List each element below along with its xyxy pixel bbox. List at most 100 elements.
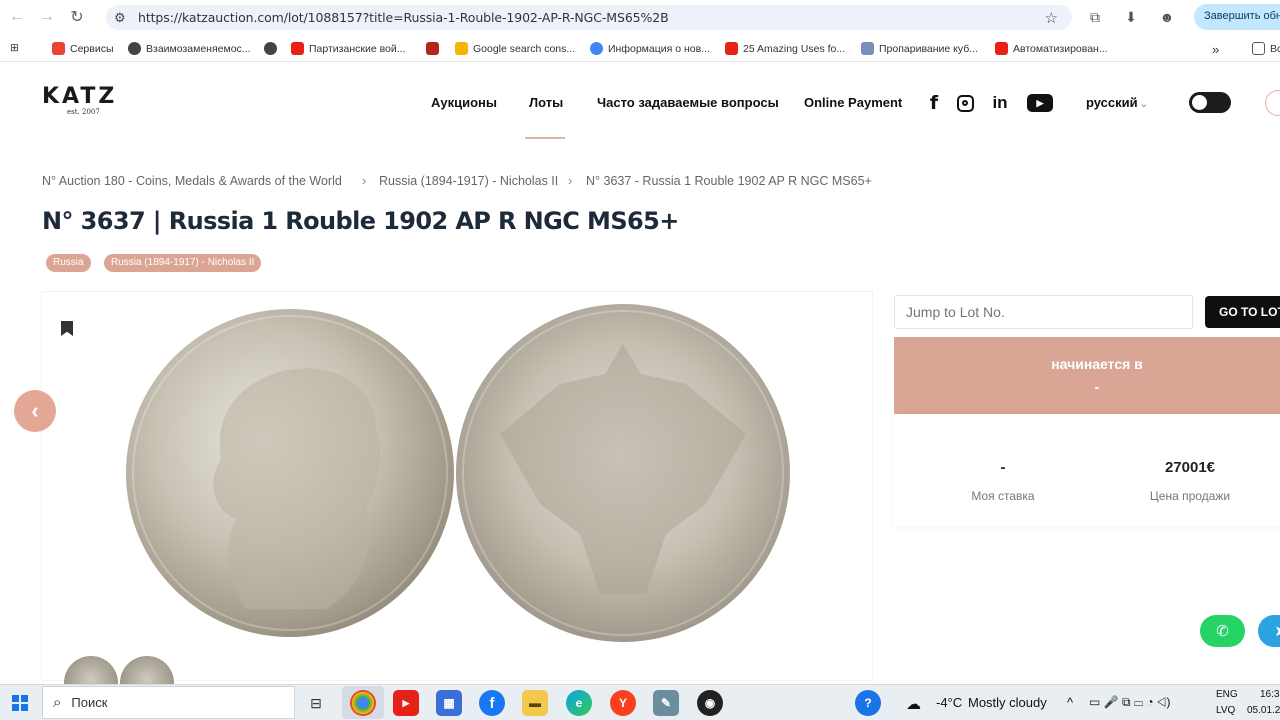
bookmark-label: Google search cons... <box>473 42 576 55</box>
edge-icon[interactable]: e <box>566 690 592 716</box>
weather-text[interactable]: Mostly cloudy <box>968 695 1047 710</box>
site-info-icon[interactable]: ⚙ <box>114 10 132 26</box>
address-bar[interactable]: ⚙ https://katzauction.com/lot/1088157?ti… <box>106 5 1072 30</box>
search-console-icon <box>455 42 468 55</box>
nav-faq[interactable]: Часто задаваемые вопросы <box>597 95 779 110</box>
chevron-right-icon: › <box>362 173 367 188</box>
whatsapp-icon[interactable]: ✆ <box>1200 615 1245 647</box>
url-text[interactable]: https://katzauction.com/lot/1088157?titl… <box>138 10 669 25</box>
bookmark-item[interactable]: Сервисы <box>52 42 114 55</box>
my-bid-label: Моя ставка <box>971 489 1035 503</box>
tag-russia[interactable]: Russia <box>46 254 91 272</box>
coin-reverse-image[interactable] <box>456 304 790 642</box>
chevron-right-icon: › <box>568 173 573 188</box>
chrome-icon[interactable] <box>350 690 376 716</box>
browser-actions: ⧉ ⬇ ☻ <box>1085 7 1177 27</box>
previous-lot-button[interactable]: ‹ <box>14 390 56 432</box>
go-to-lot-button[interactable]: GO TO LOT <box>1205 296 1280 328</box>
bookmark-item[interactable] <box>426 42 439 55</box>
bookmark-item[interactable]: Автоматизирован... <box>995 42 1108 55</box>
clock-date[interactable]: 05.01.2 <box>1247 705 1280 716</box>
linkedin-icon[interactable]: in <box>990 93 1010 113</box>
taskbar-search-input[interactable]: ⌕ Поиск <box>42 686 295 719</box>
help-icon[interactable]: ? <box>855 690 881 716</box>
download-icon[interactable]: ⬇ <box>1121 7 1141 27</box>
youtube-icon[interactable]: ▶ <box>1027 93 1053 113</box>
apps-grid-icon[interactable]: ⊞ <box>10 42 19 54</box>
profile-icon[interactable]: ☻ <box>1157 7 1177 27</box>
telegram-icon[interactable]: ➤ <box>1258 615 1280 647</box>
all-bookmarks[interactable]: Вс <box>1252 42 1280 55</box>
chevron-left-icon: ‹ <box>31 398 39 423</box>
user-avatar-icon[interactable] <box>1265 90 1280 116</box>
instagram-icon[interactable] <box>956 93 974 113</box>
status-label: начинается в <box>1051 356 1143 372</box>
language-select[interactable]: русский ⌄ <box>1086 95 1148 110</box>
katz-logo[interactable]: KATZ est. 2007 <box>42 84 118 117</box>
theme-toggle[interactable] <box>1189 92 1231 113</box>
back-arrow-icon[interactable]: ← <box>4 4 30 30</box>
lang-bottom[interactable]: LVQ <box>1216 705 1235 716</box>
breadcrumb-category[interactable]: Russia (1894-1917) - Nicholas II <box>379 174 558 188</box>
star-icon[interactable]: ☆ <box>1045 9 1058 27</box>
bookmark-label: Сервисы <box>70 42 114 55</box>
extensions-icon[interactable]: ⧉ <box>1085 7 1105 27</box>
bookmark-item[interactable]: Пропаривание куб... <box>861 42 978 55</box>
facebook-app-icon[interactable]: f <box>479 690 505 716</box>
bookmark-item[interactable]: Google search cons... <box>455 42 575 55</box>
sale-price-value: 27001€ <box>1164 459 1216 476</box>
weather-icon[interactable]: ☁ <box>906 695 921 713</box>
bookmark-item[interactable]: Партизанские вой... <box>291 42 406 55</box>
auction-status-banner: начинается в - <box>894 337 1280 414</box>
bookmark-label: Пропаривание куб... <box>879 42 979 55</box>
store-icon[interactable]: ▦ <box>436 690 462 716</box>
obs-icon[interactable]: ◉ <box>697 690 723 716</box>
active-nav-indicator <box>525 137 565 139</box>
chevron-down-icon: ⌄ <box>1139 99 1149 110</box>
more-bookmarks-button[interactable]: » <box>1212 42 1219 57</box>
logo-subtext: est. 2007 <box>67 108 100 116</box>
yandex-icon[interactable]: Y <box>610 690 636 716</box>
search-icon: ⌕ <box>53 694 62 711</box>
services-icon <box>52 42 65 55</box>
bookmark-label: Информация о нов... <box>608 42 710 55</box>
chevron-up-icon[interactable]: ^ <box>1067 695 1073 710</box>
tray-icons[interactable]: ▭ 🎤 ⧉ ▭ ◔ ◁) <box>1089 695 1171 710</box>
weather-temp[interactable]: -4°C <box>936 695 962 710</box>
youtube-app-icon[interactable]: ▶ <box>393 690 419 716</box>
breadcrumb-current: N° 3637 - Russia 1 Rouble 1902 AP R NGC … <box>586 174 872 188</box>
jump-to-lot-input[interactable] <box>894 295 1193 329</box>
breadcrumb-auction[interactable]: N° Auction 180 - Coins, Medals & Awards … <box>42 174 342 188</box>
reload-icon[interactable]: ↻ <box>64 4 90 30</box>
bookmark-item[interactable]: Взаимозаменяемос... <box>128 42 251 55</box>
bookmark-item[interactable]: Информация о нов... <box>590 42 710 55</box>
finish-update-button[interactable]: Завершить обно <box>1194 4 1280 30</box>
globe-icon <box>128 42 141 55</box>
bookmark-item[interactable]: 25 Amazing Uses fo... <box>725 42 845 55</box>
lang-top[interactable]: ENG <box>1216 689 1238 700</box>
globe-icon <box>264 42 277 55</box>
bookmark-label: Взаимозаменяемос... <box>146 42 251 55</box>
language-label: русский <box>1086 95 1138 110</box>
windows-start-icon[interactable] <box>12 695 28 711</box>
page-title: N° 3637 | Russia 1 Rouble 1902 AP R NGC … <box>42 207 679 235</box>
bookmark-label: Автоматизирован... <box>1013 42 1108 55</box>
forward-arrow-icon[interactable]: → <box>34 4 60 30</box>
paint-icon[interactable]: ✎ <box>653 690 679 716</box>
logo-text: KATZ <box>42 84 118 109</box>
nav-online-payment[interactable]: Online Payment <box>804 95 902 110</box>
youtube-icon <box>291 42 304 55</box>
nav-auctions[interactable]: Аукционы <box>431 95 497 110</box>
tag-nicholas-ii[interactable]: Russia (1894-1917) - Nicholas II <box>104 254 262 272</box>
coin-obverse-image[interactable] <box>126 309 454 637</box>
portrait-shape <box>213 368 381 609</box>
toggle-knob <box>1192 95 1207 110</box>
folder-icon <box>1252 42 1265 55</box>
clock-time[interactable]: 16:3 <box>1260 689 1279 700</box>
file-explorer-icon[interactable]: ▬ <box>522 690 548 716</box>
facebook-icon[interactable]: f <box>927 92 941 114</box>
nav-lots[interactable]: Лоты <box>529 95 563 110</box>
task-view-icon[interactable]: ⊟ <box>303 690 329 716</box>
all-bookmarks-label: Вс <box>1270 42 1280 55</box>
bookmark-item[interactable] <box>264 42 277 55</box>
